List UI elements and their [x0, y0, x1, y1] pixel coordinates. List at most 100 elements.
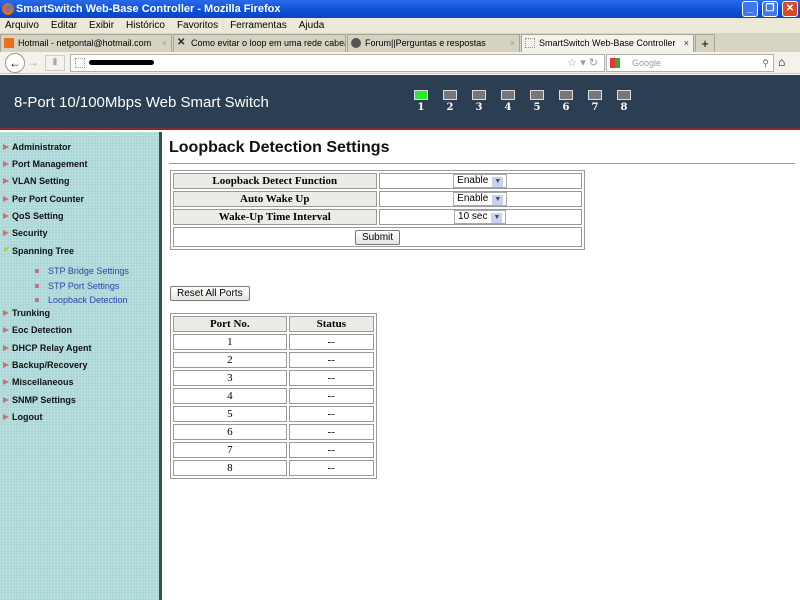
close-tab-icon[interactable]: ×: [684, 35, 689, 52]
sidebar-item-port-management[interactable]: Port Management: [3, 159, 88, 169]
close-tab-icon[interactable]: ×: [336, 35, 341, 52]
switch-header: 8-Port 10/100Mbps Web Smart Switch 1 2 3 4 5…: [0, 75, 800, 130]
port-status-table: Port No. Status 1 -- 2 -- 3 -- 4 -- 5 -- 6 -- 7 -- 8 --: [170, 313, 377, 479]
submit-button[interactable]: Submit: [354, 229, 401, 245]
wake-up-interval-select[interactable]: 10 sec ▼: [454, 210, 507, 224]
status-cell: --: [288, 352, 374, 368]
search-icon[interactable]: ⚲: [762, 55, 769, 71]
sidebar-item-trunking[interactable]: Trunking: [3, 308, 50, 318]
status-cell: --: [288, 388, 374, 404]
home-button[interactable]: ⌂: [778, 55, 785, 69]
sidebar-item-security[interactable]: Security: [3, 228, 48, 238]
port-6-indicator[interactable]: 6: [558, 90, 574, 113]
tab-label: Forum||Perguntas e respostas: [365, 38, 486, 48]
status-cell: --: [288, 406, 374, 422]
status-cell: --: [288, 424, 374, 440]
new-tab-button[interactable]: +: [695, 34, 715, 52]
setting-label: Auto Wake Up: [173, 191, 377, 207]
port-7-indicator[interactable]: 7: [587, 90, 603, 113]
status-cell: --: [288, 442, 374, 458]
menu-ferramentas[interactable]: Ferramentas: [230, 18, 287, 33]
globe-icon: [351, 38, 361, 48]
port-3-indicator[interactable]: 3: [471, 90, 487, 113]
setting-label: Loopback Detect Function: [173, 173, 377, 189]
menu-historico[interactable]: Histórico: [126, 18, 165, 33]
port-number: 8: [620, 102, 628, 113]
table-row: 3 --: [173, 370, 374, 386]
sidebar-item-per-port-counter[interactable]: Per Port Counter: [3, 194, 84, 204]
port-number: 4: [504, 102, 512, 113]
search-placeholder: Google: [632, 58, 662, 68]
select-value: Enable: [457, 193, 489, 204]
tab-loop[interactable]: ✕ Como evitar o loop em uma rede cabead..…: [173, 34, 346, 52]
table-row: 6 --: [173, 424, 374, 440]
minimize-button[interactable]: _: [742, 1, 758, 17]
port-number-cell: 2: [173, 352, 287, 368]
port-5-indicator[interactable]: 5: [529, 90, 545, 113]
select-value: 10 sec: [458, 211, 488, 222]
port-icon: [530, 90, 544, 100]
sidebar-item-logout[interactable]: Logout: [3, 412, 43, 422]
tab-hotmail[interactable]: Hotmail - netpontal@hotmail.com ×: [0, 34, 172, 52]
table-row: 2 --: [173, 352, 374, 368]
hotmail-icon: [4, 38, 14, 48]
menu-editar[interactable]: Editar: [51, 18, 77, 33]
table-row: 8 --: [173, 460, 374, 476]
port-number-cell: 5: [173, 406, 287, 422]
port-icon: [501, 90, 515, 100]
close-button[interactable]: ✕: [782, 1, 798, 17]
menu-ajuda[interactable]: Ajuda: [299, 18, 325, 33]
menu-favoritos[interactable]: Favoritos: [177, 18, 218, 33]
sidebar-item-qos-setting[interactable]: QoS Setting: [3, 211, 64, 221]
menu-exibir[interactable]: Exibir: [89, 18, 114, 33]
search-input[interactable]: Google ⚲: [606, 54, 774, 72]
port-number-cell: 3: [173, 370, 287, 386]
sidebar-item-eoc-detection[interactable]: Eoc Detection: [3, 325, 72, 335]
restore-button[interactable]: ❐: [762, 1, 778, 17]
close-tab-icon[interactable]: ×: [510, 35, 515, 52]
identity-icon[interactable]: ▮: [45, 55, 65, 71]
loopback-detect-select[interactable]: Enable ▼: [453, 174, 508, 188]
sidebar-item-vlan-setting[interactable]: VLAN Setting: [3, 176, 70, 186]
port-icon: [472, 90, 486, 100]
port-4-indicator[interactable]: 4: [500, 90, 516, 113]
sidebar-subitem-loopback-detection[interactable]: Loopback Detection: [35, 295, 128, 305]
star-icon[interactable]: ☆ ▾ ↻: [567, 56, 598, 69]
forward-button[interactable]: →: [27, 55, 39, 69]
menu-arquivo[interactable]: Arquivo: [5, 18, 39, 33]
port-number: 1: [417, 102, 425, 113]
port-8-indicator[interactable]: 8: [616, 90, 632, 113]
sidebar-item-administrator[interactable]: Administrator: [3, 142, 71, 152]
auto-wake-up-select[interactable]: Enable ▼: [453, 192, 508, 206]
page-icon: ✕: [177, 37, 186, 48]
back-button[interactable]: ←: [5, 53, 25, 73]
window-title: SmartSwitch Web-Base Controller - Mozill…: [16, 3, 281, 15]
url-bar[interactable]: ☆ ▾ ↻: [70, 54, 605, 72]
sidebar-subitem-stp-port-settings[interactable]: STP Port Settings: [34, 281, 119, 291]
page-icon: [75, 58, 85, 68]
sidebar-item-backup-recovery[interactable]: Backup/Recovery: [3, 360, 88, 370]
tab-smartswitch[interactable]: SmartSwitch Web-Base Controller ×: [521, 34, 694, 52]
sidebar-item-dhcp-relay-agent[interactable]: DHCP Relay Agent: [3, 343, 92, 353]
tab-label: SmartSwitch Web-Base Controller: [539, 38, 676, 48]
redacted-url: [89, 60, 154, 65]
reset-all-ports-button[interactable]: Reset All Ports: [170, 286, 250, 301]
sidebar-item-spanning-tree[interactable]: Spanning Tree: [3, 245, 74, 256]
port-icon: [559, 90, 573, 100]
google-icon: [610, 58, 620, 68]
tab-forum[interactable]: Forum||Perguntas e respostas ×: [347, 34, 520, 52]
sidebar-subitem-stp-bridge-settings[interactable]: STP Bridge Settings: [35, 266, 129, 276]
chevron-down-icon: ▼: [492, 177, 504, 187]
page-icon: [525, 38, 535, 48]
port-number: 3: [475, 102, 483, 113]
close-tab-icon[interactable]: ×: [162, 35, 167, 52]
sidebar: Administrator Port Management VLAN Setting…: [0, 132, 162, 600]
port-1-indicator[interactable]: 1: [413, 90, 429, 113]
port-2-indicator[interactable]: 2: [442, 90, 458, 113]
table-row: 7 --: [173, 442, 374, 458]
port-number-cell: 8: [173, 460, 287, 476]
port-number: 5: [533, 102, 541, 113]
sidebar-item-miscellaneous[interactable]: Miscellaneous: [3, 377, 74, 387]
column-header: Port No.: [173, 316, 287, 332]
sidebar-item-snmp-settings[interactable]: SNMP Settings: [3, 395, 76, 405]
